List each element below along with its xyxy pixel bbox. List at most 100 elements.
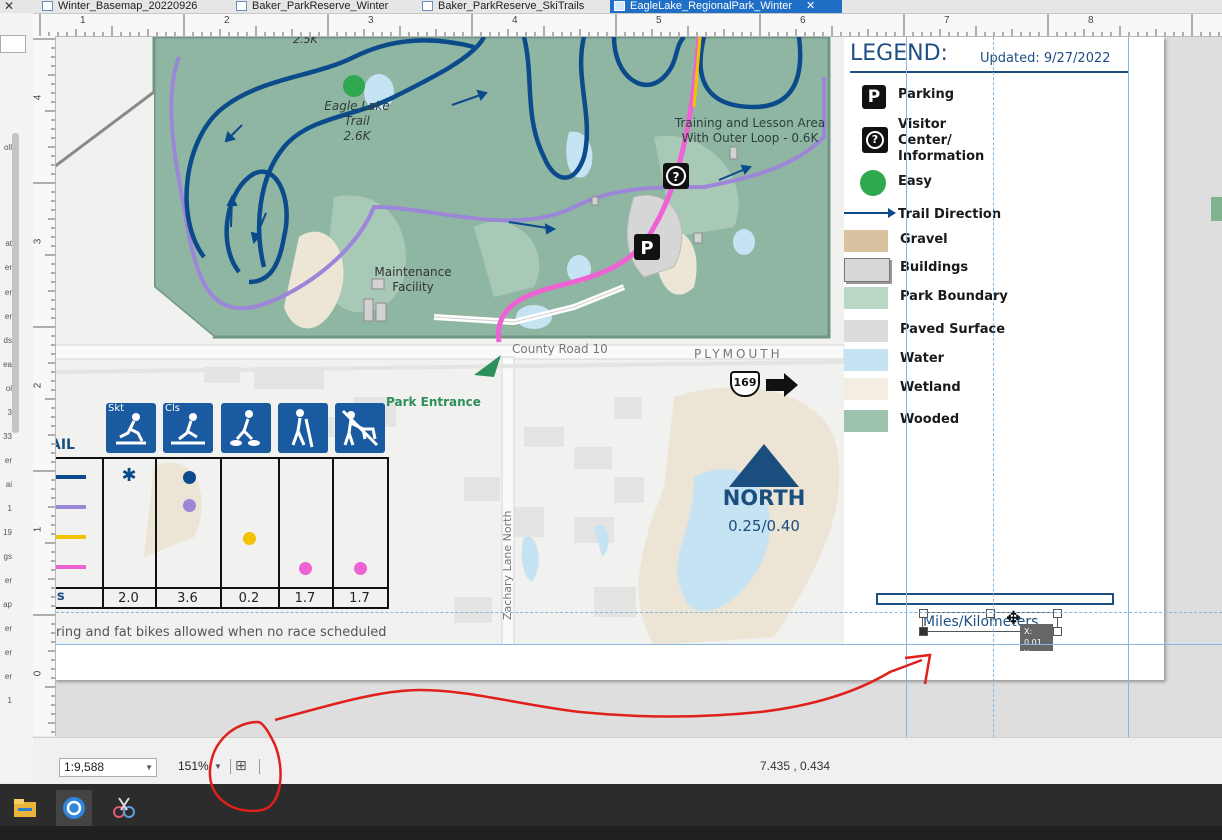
legend-label: Wetland (900, 380, 961, 395)
tab-baker-parkreserve-skitrails[interactable]: Baker_ParkReserve_SkiTrails (418, 0, 626, 13)
selection-handle[interactable] (1053, 627, 1062, 636)
layout-page[interactable]: P ? 2.5K Eagle Lake Trail 2.6K Training … (56, 37, 1164, 680)
map-label-top-partial: 2.5K (293, 37, 318, 46)
file-explorer-icon[interactable] (8, 790, 44, 826)
status-bar: 1:9,588 ▼ 151% ▼ ⊞ 7.435 , 0.434 (33, 737, 1222, 785)
dock-row-fragment[interactable]: 1 (0, 696, 12, 706)
info-icon: ? (862, 127, 888, 153)
highway-number: 169 (733, 376, 757, 389)
yellow-trail-dot (243, 532, 256, 545)
zoom-dropdown[interactable]: 151% ▼ (168, 758, 223, 775)
svg-text:?: ? (673, 170, 680, 184)
page-fit-icon[interactable]: ⊞ (235, 758, 253, 775)
ruler-number: 1 (80, 15, 86, 26)
dock-row-fragment[interactable]: 33 (0, 432, 12, 442)
ruler-number: 4 (512, 15, 518, 26)
trail-distance-cell: 1.7 (349, 591, 370, 606)
pink-trail-dot-2 (354, 562, 367, 575)
arcgis-pro-icon[interactable] (56, 790, 92, 826)
dock-row-fragment[interactable]: 3 (0, 408, 12, 418)
dock-row-fragment[interactable]: oll (0, 143, 12, 153)
layout-guide-vertical[interactable] (993, 37, 994, 737)
legend-title: LEGEND: (850, 41, 948, 66)
left-ruler: 4 3 2 1 0 (32, 36, 56, 736)
dock-row-fragment[interactable]: ap (0, 600, 12, 610)
trail-color-swatch (56, 505, 86, 509)
tab-baker-parkreserve-winter[interactable]: Baker_ParkReserve_Winter (232, 0, 432, 13)
dock-row-fragment[interactable]: er (0, 312, 12, 322)
legend-label: Buildings (900, 260, 969, 275)
layout-guide-horizontal[interactable] (56, 612, 1222, 613)
legend-label: Gravel (900, 232, 948, 247)
dock-row-fragment[interactable]: er (0, 624, 12, 634)
layout-guide-vertical[interactable] (1128, 37, 1129, 737)
legend[interactable]: LEGEND: Updated: 9/27/2022 P Parking? Visi… (844, 37, 1164, 645)
dock-row-fragment[interactable]: ai (0, 480, 12, 490)
map-label-park-entrance: Park Entrance (386, 395, 481, 409)
dock-row-fragment[interactable]: er (0, 672, 12, 682)
dock-row-fragment[interactable]: 1 (0, 504, 12, 514)
selection-handle[interactable] (919, 609, 928, 618)
legend-updated: Updated: 9/27/2022 (980, 51, 1111, 66)
ruler-number: 4 (32, 94, 44, 101)
legend-item-trail-direction: Trail Direction (844, 205, 1144, 227)
dock-row-fragment[interactable]: ol (0, 384, 12, 394)
legend-item-wooded: Wooded (844, 410, 1144, 432)
ruler-number: 2 (32, 382, 44, 389)
dock-row-fragment[interactable]: er (0, 648, 12, 658)
layout-guide-vertical[interactable] (906, 37, 907, 737)
dock-row-fragment[interactable]: er (0, 456, 12, 466)
layout-guide-horizontal[interactable] (56, 644, 1222, 645)
layout-tab-icon (42, 1, 53, 11)
trail-distance-text: 2.6K (343, 129, 371, 143)
table-row-label: es (56, 589, 65, 604)
map-frame[interactable]: P ? 2.5K Eagle Lake Trail 2.6K Training … (56, 37, 844, 645)
dock-row-fragment[interactable]: ds (0, 336, 12, 346)
trail-color-swatch (56, 565, 86, 569)
svg-text:P: P (640, 238, 653, 259)
training-loop-text: With Outer Loop - 0.6K (681, 131, 819, 145)
legend-item-paved-surface: Paved Surface (844, 320, 1144, 342)
trail-distance-cell: 3.6 (177, 591, 198, 606)
dock-row-fragment[interactable]: at (0, 239, 12, 249)
dock-dropdown[interactable] (0, 35, 26, 53)
ruler-number: 6 (800, 15, 806, 26)
legend-swatch (844, 378, 888, 400)
tab-close-icon[interactable]: ✕ (806, 0, 815, 13)
tab-label: Winter_Basemap_20220926 (58, 0, 198, 12)
legend-item-water: Water (844, 349, 1144, 371)
scale-dropdown[interactable]: 1:9,588 ▼ (59, 758, 157, 777)
dock-row-fragment[interactable]: ea (0, 360, 12, 370)
scale-bar[interactable] (876, 593, 1114, 605)
legend-label: Trail Direction (898, 207, 1002, 222)
legend-item-buildings: Buildings (844, 258, 1144, 282)
layout-canvas[interactable]: P ? 2.5K Eagle Lake Trail 2.6K Training … (56, 37, 1222, 737)
dock-row-fragment[interactable]: er (0, 288, 12, 298)
dog-walking-icon (335, 403, 385, 453)
move-tooltip: X: 0.01 Y: 0.00 (1020, 624, 1053, 669)
chevron-down-icon: ▼ (145, 763, 153, 772)
facility-text: Facility (392, 280, 434, 294)
dock-scrollbar-thumb[interactable] (12, 133, 19, 433)
window-close-icon[interactable]: ✕ (4, 0, 14, 13)
ruler-number: 3 (368, 15, 374, 26)
zoom-value: 151% (178, 759, 209, 773)
tab-winter-basemap[interactable]: Winter_Basemap_20220926 (38, 0, 256, 13)
tab-eaglelake-regionalpark-winter[interactable]: EagleLake_RegionalPark_Winter ✕ (610, 0, 842, 13)
selection-handle[interactable] (1053, 609, 1062, 618)
dock-row-fragment[interactable]: 19 (0, 528, 12, 538)
layout-tab-icon (236, 1, 247, 11)
classic-ski-icon: Cls (163, 403, 213, 453)
snipping-tool-icon[interactable] (105, 790, 141, 826)
tab-label: Baker_ParkReserve_SkiTrails (438, 0, 585, 12)
legend-label: Paved Surface (900, 322, 1006, 337)
selection-handle[interactable] (919, 627, 928, 636)
dock-row-fragment[interactable]: er (0, 576, 12, 586)
dock-row-fragment[interactable]: gs (0, 552, 12, 562)
ruler-number: 5 (656, 15, 662, 26)
dock-row-fragment[interactable]: er (0, 263, 12, 273)
map-label-training-area: Training and Lesson Area With Outer Loop… (670, 116, 830, 146)
ruler-number: 1 (32, 526, 44, 533)
ruler-number: 8 (1088, 15, 1094, 26)
left-dock-pane: oll at er er er ds ea ol 3 33 er ai 1 19 gs er ap er er er 1 (0, 13, 34, 783)
